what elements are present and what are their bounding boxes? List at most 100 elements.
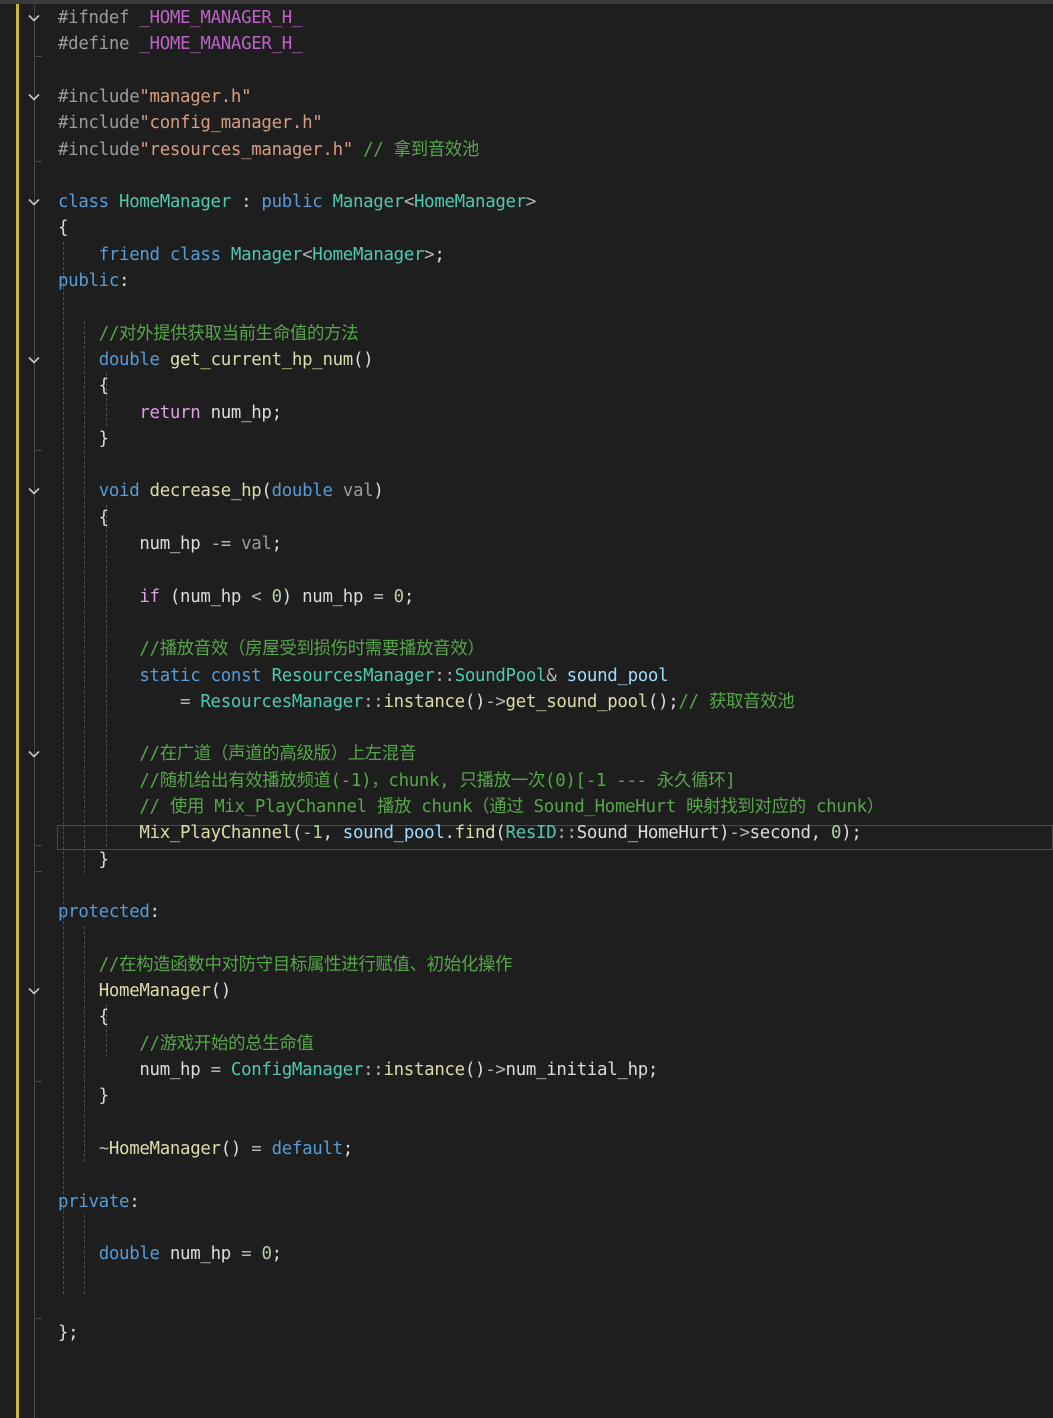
code-line[interactable]: private:	[58, 1189, 140, 1215]
code-token: //在构造函数中对防守目标属性进行赋值、初始化操作	[98, 954, 513, 975]
code-line[interactable]: //对外提供获取当前生命值的方法	[58, 321, 359, 347]
code-token: };	[58, 1323, 79, 1343]
code-token: {	[58, 376, 109, 397]
code-line[interactable]: public:	[58, 268, 130, 294]
code-token: (num_hp	[169, 586, 252, 607]
chevron-down-icon[interactable]	[26, 89, 42, 105]
chevron-down-icon[interactable]	[26, 352, 42, 368]
code-token: &	[546, 665, 557, 686]
code-token: )	[373, 481, 384, 502]
code-token: 0	[261, 1244, 272, 1265]
code-line[interactable]: }	[58, 426, 109, 452]
code-token: 0	[393, 586, 404, 607]
code-token: ;	[434, 244, 445, 265]
code-token: HomeManager	[312, 244, 425, 265]
fold-end-tick	[34, 450, 42, 452]
code-token: 1	[312, 823, 323, 844]
code-line[interactable]: = ResourcesManager::instance()->get_soun…	[58, 689, 795, 715]
chevron-down-icon[interactable]	[26, 194, 42, 210]
code-line[interactable]: //在构造函数中对防守目标属性进行赋值、初始化操作	[58, 952, 513, 978]
code-token: }	[58, 428, 109, 449]
code-line[interactable]: static const ResourcesManager::SoundPool…	[58, 663, 668, 689]
chevron-down-icon[interactable]	[26, 483, 42, 499]
code-token: second,	[749, 823, 832, 844]
chevron-down-icon[interactable]	[26, 10, 42, 26]
code-token: Manager	[230, 244, 303, 265]
code-token: -=	[210, 534, 232, 554]
code-line[interactable]: //随机给出有效播放频道(-1)，chunk, 只播放一次(0)[-1 --- …	[58, 768, 735, 794]
code-line[interactable]: // 使用 Mix_PlayChannel 播放 chunk（通过 Sound_…	[58, 794, 884, 820]
code-token: :	[230, 192, 262, 213]
code-token: ConfigManager	[230, 1060, 364, 1080]
code-line[interactable]: {	[58, 505, 109, 531]
code-line[interactable]: return num_hp;	[58, 400, 282, 426]
code-token: void	[98, 481, 150, 502]
code-token: ;	[342, 1138, 353, 1159]
code-line[interactable]: #include"resources_manager.h" // 拿到音效池	[58, 137, 479, 163]
code-token: class	[58, 192, 120, 213]
code-token: }	[58, 849, 109, 870]
code-line[interactable]: friend class Manager<HomeManager>;	[58, 242, 445, 268]
code-line[interactable]: ~HomeManager() = default;	[58, 1136, 354, 1162]
code-line[interactable]: double num_hp = 0;	[58, 1241, 282, 1267]
code-token: find	[454, 823, 496, 844]
code-token: decrease_hp	[149, 481, 262, 502]
code-line[interactable]: protected:	[58, 899, 160, 925]
code-token: #include	[58, 113, 140, 134]
code-line[interactable]: //游戏开始的总生命值	[58, 1031, 313, 1057]
fold-end-tick	[34, 844, 42, 846]
code-token: instance	[383, 1060, 465, 1080]
code-line[interactable]: //播放音效（房屋受到损伤时需要播放音效）	[58, 636, 484, 662]
code-token: ResourcesManager	[271, 665, 435, 686]
code-line[interactable]: class HomeManager : public Manager<HomeM…	[58, 189, 536, 215]
code-line[interactable]: #include"config_manager.h"	[58, 110, 323, 136]
code-token: -	[302, 823, 313, 844]
code-token: num_hp	[58, 1060, 211, 1080]
code-token: <	[251, 586, 262, 607]
code-token: public	[261, 192, 333, 213]
code-line[interactable]: }	[58, 1083, 109, 1109]
code-line[interactable]: #include"manager.h"	[58, 84, 252, 110]
code-token: );	[841, 823, 862, 844]
code-line[interactable]: num_hp = ConfigManager::instance()->num_…	[58, 1057, 658, 1083]
code-line[interactable]: #ifndef _HOME_MANAGER_H_	[58, 5, 302, 31]
code-token: instance	[383, 691, 465, 712]
code-line[interactable]: }	[58, 847, 109, 873]
code-line[interactable]: if (num_hp < 0) num_hp = 0;	[58, 584, 414, 610]
code-token: ->	[485, 691, 506, 712]
code-token: .	[444, 823, 455, 844]
code-token: ->	[729, 823, 750, 844]
code-line[interactable]: void decrease_hp(double val)	[58, 478, 384, 504]
code-token: sound_pool	[342, 823, 445, 844]
chevron-down-icon[interactable]	[26, 746, 42, 762]
code-token: //播放音效（房屋受到损伤时需要播放音效）	[139, 639, 485, 660]
code-token: HomeManager	[119, 192, 231, 213]
code-line[interactable]: {	[58, 215, 68, 241]
code-token: "config_manager.h"	[139, 113, 323, 134]
code-token: (	[495, 823, 506, 844]
code-token: "resources_manager.h"	[139, 139, 353, 160]
code-line[interactable]: Mix_PlayChannel(-1, sound_pool.find(ResI…	[58, 820, 862, 846]
code-token: Mix_PlayChannel	[139, 823, 292, 844]
code-token: get_current_hp_num	[169, 349, 353, 370]
code-line[interactable]: {	[58, 373, 109, 399]
code-line[interactable]: num_hp -= val;	[58, 531, 282, 557]
code-line[interactable]: };	[58, 1320, 79, 1346]
code-token: double	[98, 1244, 170, 1265]
code-line[interactable]: HomeManager()	[58, 978, 232, 1004]
code-line[interactable]: {	[58, 1004, 109, 1030]
code-line[interactable]: //在广道（声道的高级版）上左混音	[58, 741, 416, 767]
code-token: ~	[98, 1138, 109, 1159]
code-token: #include	[58, 139, 140, 160]
code-line[interactable]: double get_current_hp_num()	[58, 347, 374, 373]
code-line[interactable]: #define _HOME_MANAGER_H_	[58, 31, 302, 57]
code-token: ;	[403, 586, 414, 607]
chevron-down-icon[interactable]	[26, 983, 42, 999]
